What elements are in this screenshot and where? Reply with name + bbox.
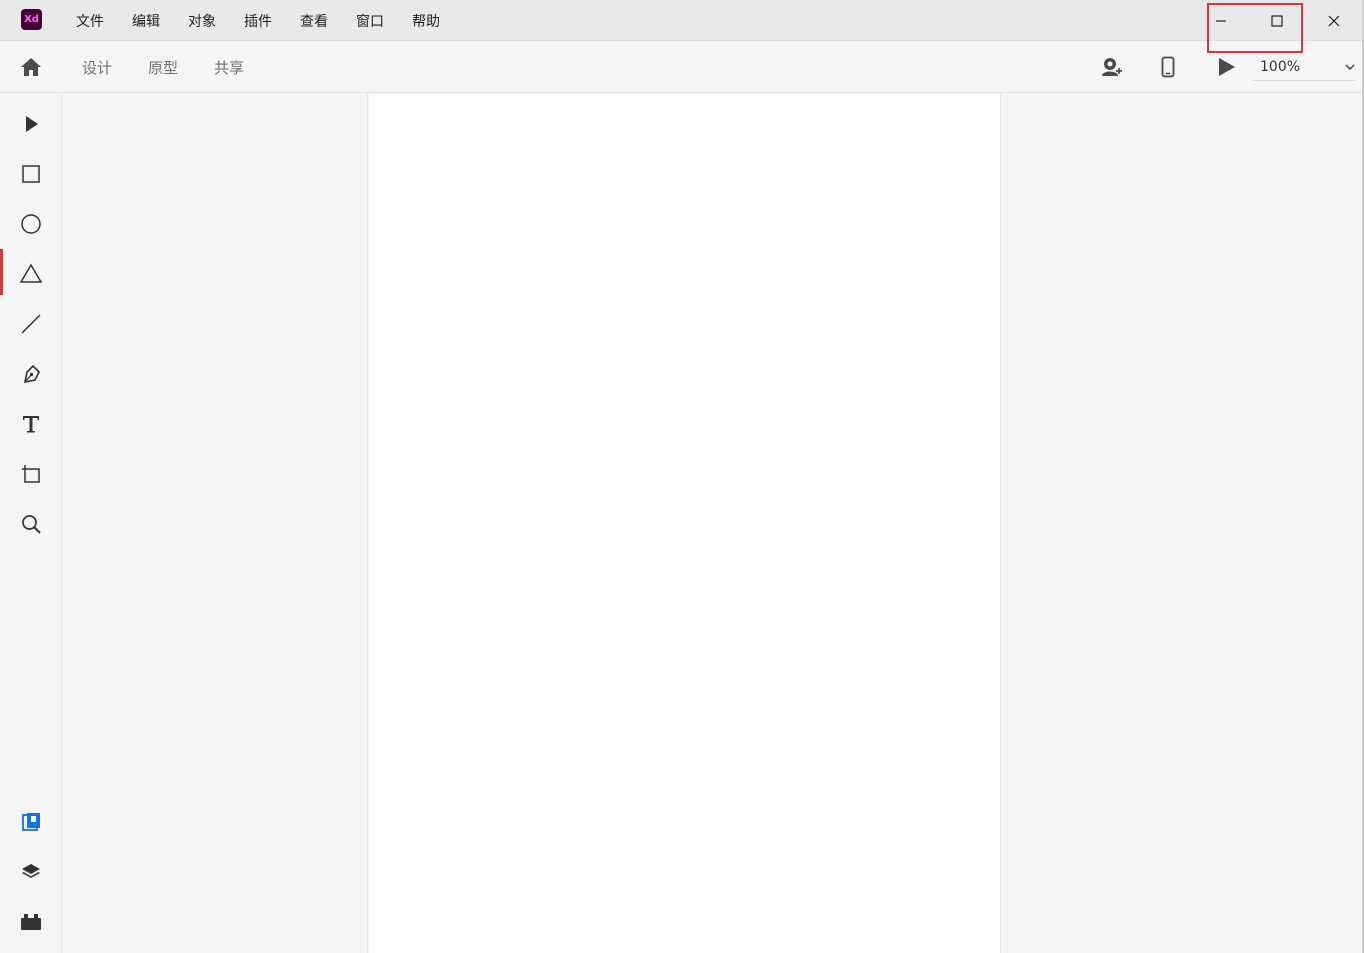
left-panel [63,94,368,953]
magnifier-icon [22,515,41,534]
add-user-icon [1102,58,1122,76]
close-button[interactable] [1306,0,1362,41]
line-icon [21,314,41,334]
rectangle-tool[interactable] [17,160,45,188]
triangle-icon [20,263,42,283]
layers-icon [22,864,40,878]
mobile-device-icon [1161,56,1175,78]
plugins-icon [21,914,41,930]
zoom-tool[interactable] [17,510,45,538]
menu-file[interactable]: 文件 [62,0,118,41]
tab-share[interactable]: 共享 [196,41,262,93]
preview-device-button[interactable] [1156,55,1180,79]
play-button[interactable] [1214,55,1238,79]
tab-prototype[interactable]: 原型 [130,41,196,93]
layers-button[interactable] [17,858,45,886]
maximize-button[interactable] [1249,0,1305,41]
menu-object[interactable]: 对象 [174,0,230,41]
app-logo-text: Xd [24,14,39,25]
artboard-tool[interactable] [17,460,45,488]
toolbar: 设计 原型 共享 100% [0,41,1364,93]
title-bar: Xd 文件 编辑 对象 插件 查看 窗口 帮助 [0,0,1364,41]
line-tool[interactable] [17,310,45,338]
zoom-value: 100% [1260,58,1301,75]
menu-help[interactable]: 帮助 [398,0,454,41]
plugins-button[interactable] [17,908,45,936]
mode-tabs: 设计 原型 共享 [64,41,262,93]
menu-view[interactable]: 查看 [286,0,342,41]
menu-bar: 文件 编辑 对象 插件 查看 窗口 帮助 [62,0,454,41]
rectangle-icon [22,165,40,183]
arrow-pointer-icon [26,116,38,132]
minimize-button[interactable] [1193,0,1249,41]
artboard-canvas[interactable] [369,94,1001,953]
play-icon [1219,58,1235,76]
zoom-dropdown[interactable]: 100% [1252,53,1356,81]
maximize-icon [1271,14,1283,27]
assets-icon [22,813,40,831]
property-inspector [1002,94,1362,953]
chevron-down-icon [1345,63,1355,70]
close-icon [1328,15,1340,26]
text-tool[interactable] [17,410,45,438]
app-logo: Xd [21,9,42,30]
active-tool-marker [0,249,3,295]
artboard-icon [22,465,40,483]
invite-button[interactable] [1099,55,1123,79]
ellipse-icon [21,214,41,234]
home-button[interactable] [18,55,44,79]
polygon-tool[interactable] [17,260,45,288]
tool-rail [0,94,62,953]
pen-tool[interactable] [17,360,45,388]
minimize-icon [1216,19,1226,22]
pen-icon [23,364,40,384]
tab-design[interactable]: 设计 [64,41,130,93]
text-icon [23,416,39,433]
select-tool[interactable] [17,110,45,138]
document-assets-button[interactable] [17,808,45,836]
ellipse-tool[interactable] [17,210,45,238]
home-icon [21,58,41,76]
menu-edit[interactable]: 编辑 [118,0,174,41]
menu-plugins[interactable]: 插件 [230,0,286,41]
menu-window[interactable]: 窗口 [342,0,398,41]
